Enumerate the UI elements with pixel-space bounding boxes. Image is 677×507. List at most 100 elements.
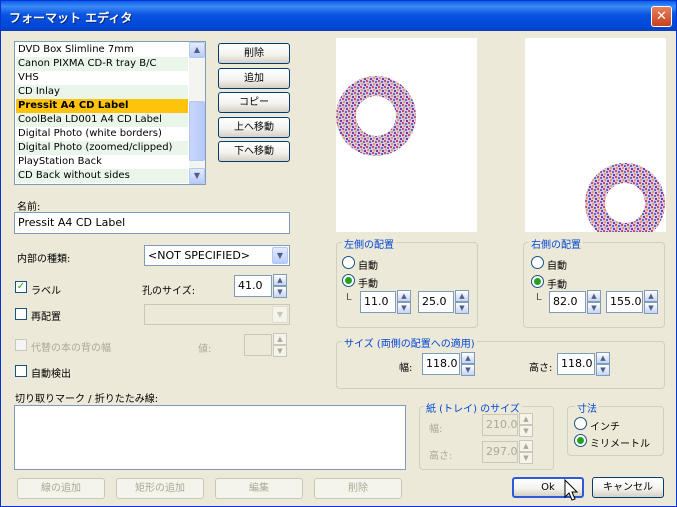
spin-down-icon[interactable]: ▼ bbox=[461, 364, 475, 376]
internal-type-select[interactable]: <NOT SPECIFIED> ▼ bbox=[144, 245, 290, 266]
list-item[interactable]: CoolBela LD001 A4 CD Label bbox=[16, 113, 188, 127]
spin-down-icon[interactable]: ▼ bbox=[273, 286, 287, 298]
copy-format-button[interactable]: コピー bbox=[218, 92, 290, 113]
right-y-stepper[interactable]: ▲ ▼ bbox=[644, 290, 658, 314]
alt-spine-label: 代替の本の背の幅 bbox=[31, 343, 111, 354]
right-x-stepper[interactable]: ▲ ▼ bbox=[587, 290, 601, 314]
left-y-stepper[interactable]: ▲ ▼ bbox=[455, 290, 469, 314]
paper-size-title: 紙 (トレイ) のサイズ bbox=[424, 400, 522, 415]
list-item[interactable]: VHS bbox=[16, 71, 188, 85]
spin-up-icon[interactable]: ▲ bbox=[587, 290, 601, 302]
list-item[interactable]: Canon PIXMA CD-R tray B/C bbox=[16, 57, 188, 71]
inch-label: インチ bbox=[590, 422, 620, 433]
left-x-stepper[interactable]: ▲ ▼ bbox=[397, 290, 411, 314]
spin-up-icon[interactable]: ▲ bbox=[519, 440, 533, 452]
cancel-button[interactable]: キャンセル bbox=[592, 477, 664, 498]
close-icon: ✕ bbox=[656, 9, 667, 24]
chevron-down-icon[interactable]: ▼ bbox=[272, 247, 288, 264]
list-item[interactable]: Pressit A4 CD Label bbox=[16, 99, 188, 113]
corner-icon: L bbox=[346, 292, 352, 303]
paper-height-input[interactable]: 297.0 bbox=[482, 441, 518, 463]
rearrange-checkbox-label: 再配置 bbox=[31, 312, 61, 323]
alt-spine-checkbox[interactable] bbox=[15, 339, 27, 351]
right-preview bbox=[525, 38, 666, 243]
auto-detect-checkbox[interactable] bbox=[15, 365, 27, 377]
spin-down-icon[interactable]: ▼ bbox=[273, 345, 287, 357]
spin-down-icon[interactable]: ▼ bbox=[587, 302, 601, 314]
paper-width-input[interactable]: 210.0 bbox=[482, 414, 518, 436]
right-x-input[interactable]: 82.0 bbox=[549, 291, 586, 313]
right-placement-title: 右側の配置 bbox=[529, 236, 583, 251]
left-auto-radio[interactable] bbox=[342, 256, 355, 269]
list-item[interactable]: CD Back without sides bbox=[16, 169, 188, 183]
size-group-title: サイズ (両側の配置への適用) bbox=[342, 335, 477, 350]
hole-size-stepper[interactable]: ▲ ▼ bbox=[273, 274, 287, 298]
internal-type-value: <NOT SPECIFIED> bbox=[148, 249, 251, 262]
title-bar[interactable]: フォーマット エディタ ✕ bbox=[1, 1, 676, 31]
scroll-up-button[interactable]: ▲ bbox=[189, 42, 205, 58]
left-x-input[interactable]: 11.0 bbox=[360, 291, 396, 313]
spin-up-icon[interactable]: ▲ bbox=[397, 290, 411, 302]
list-scrollbar[interactable]: ▲ ▼ bbox=[189, 42, 205, 184]
alt-spine-stepper[interactable]: ▲ ▼ bbox=[273, 333, 287, 357]
label-checkbox[interactable]: ✓ bbox=[15, 281, 27, 293]
scroll-up-icon: ▲ bbox=[193, 45, 201, 54]
chevron-down-icon[interactable]: ▼ bbox=[272, 306, 288, 323]
close-button[interactable]: ✕ bbox=[651, 6, 672, 27]
right-cd-preview-icon bbox=[585, 163, 665, 243]
spin-down-icon[interactable]: ▼ bbox=[397, 302, 411, 314]
hole-size-label: 孔のサイズ: bbox=[142, 286, 196, 297]
mm-label: ミリメートル bbox=[590, 439, 650, 450]
corner-icon: L bbox=[536, 292, 542, 303]
list-item[interactable]: CD Inlay bbox=[16, 85, 188, 99]
size-height-input[interactable]: 118.0 bbox=[557, 353, 595, 375]
spin-up-icon[interactable]: ▲ bbox=[519, 413, 533, 425]
edit-mark-button[interactable]: 編集 bbox=[215, 478, 303, 499]
scroll-down-button[interactable]: ▼ bbox=[189, 168, 205, 184]
spin-down-icon[interactable]: ▼ bbox=[519, 452, 533, 464]
size-width-stepper[interactable]: ▲ ▼ bbox=[461, 352, 475, 376]
move-up-button[interactable]: 上へ移動 bbox=[218, 117, 290, 138]
spin-down-icon[interactable]: ▼ bbox=[455, 302, 469, 314]
spin-up-icon[interactable]: ▲ bbox=[644, 290, 658, 302]
list-item[interactable]: Digital Photo (zoomed/clipped) bbox=[16, 141, 188, 155]
name-input[interactable]: Pressit A4 CD Label bbox=[14, 212, 290, 234]
list-item[interactable]: PlayStation Back bbox=[16, 155, 188, 169]
name-label: 名前: bbox=[17, 202, 41, 213]
rearrange-select[interactable]: ▼ bbox=[144, 304, 290, 325]
move-down-button[interactable]: 下へ移動 bbox=[218, 141, 290, 162]
right-y-input[interactable]: 155.0 bbox=[606, 291, 643, 313]
spin-down-icon[interactable]: ▼ bbox=[596, 364, 610, 376]
spin-up-icon[interactable]: ▲ bbox=[596, 352, 610, 364]
size-width-input[interactable]: 118.0 bbox=[422, 353, 460, 375]
format-list[interactable]: DVD Box Slimline 7mm Canon PIXMA CD-R tra… bbox=[14, 41, 206, 185]
left-manual-radio[interactable] bbox=[342, 274, 355, 287]
spin-down-icon[interactable]: ▼ bbox=[644, 302, 658, 314]
delete-mark-button[interactable]: 削除 bbox=[314, 478, 402, 499]
right-auto-radio[interactable] bbox=[531, 256, 544, 269]
paper-height-stepper[interactable]: ▲ ▼ bbox=[519, 440, 533, 464]
delete-format-button[interactable]: 削除 bbox=[218, 43, 290, 64]
cut-marks-list[interactable] bbox=[14, 405, 406, 470]
paper-width-stepper[interactable]: ▲ ▼ bbox=[519, 413, 533, 437]
spin-up-icon[interactable]: ▲ bbox=[455, 290, 469, 302]
spin-up-icon[interactable]: ▲ bbox=[273, 333, 287, 345]
list-item[interactable]: DVD Box Slimline 7mm bbox=[16, 43, 188, 57]
add-rect-button[interactable]: 矩形の追加 bbox=[116, 478, 204, 499]
list-item[interactable]: Digital Photo (white borders) bbox=[16, 127, 188, 141]
hole-size-input[interactable]: 41.0 bbox=[234, 275, 272, 297]
right-manual-radio[interactable] bbox=[531, 275, 544, 288]
format-editor-window: フォーマット エディタ ✕ DVD Box Slimline 7mm Canon … bbox=[0, 0, 677, 507]
left-y-input[interactable]: 25.0 bbox=[418, 291, 454, 313]
add-format-button[interactable]: 追加 bbox=[218, 68, 290, 89]
add-line-button[interactable]: 線の追加 bbox=[17, 478, 105, 499]
spin-down-icon[interactable]: ▼ bbox=[519, 425, 533, 437]
rearrange-checkbox[interactable] bbox=[15, 308, 27, 320]
alt-spine-input[interactable] bbox=[244, 334, 272, 356]
inch-radio[interactable] bbox=[574, 417, 587, 430]
spin-up-icon[interactable]: ▲ bbox=[273, 274, 287, 286]
scroll-thumb[interactable] bbox=[189, 101, 205, 161]
size-height-stepper[interactable]: ▲ ▼ bbox=[596, 352, 610, 376]
spin-up-icon[interactable]: ▲ bbox=[461, 352, 475, 364]
mm-radio[interactable] bbox=[574, 434, 587, 447]
